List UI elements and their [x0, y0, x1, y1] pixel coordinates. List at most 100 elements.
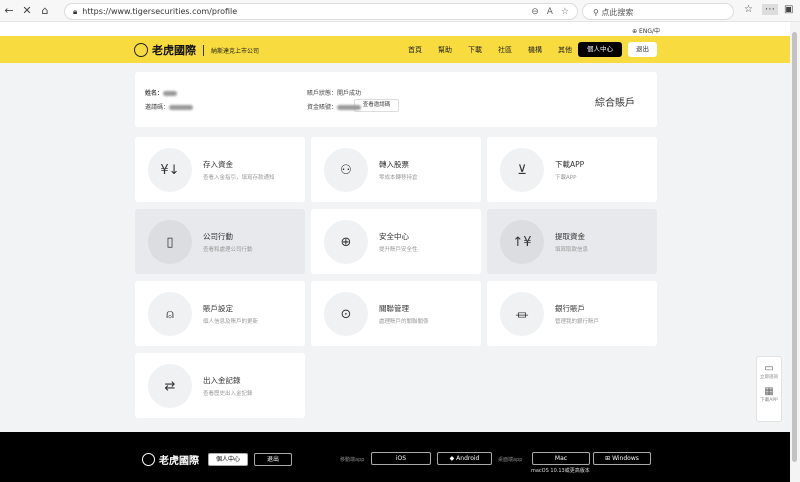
tiger-logo-icon — [142, 453, 155, 466]
download-label: 下載APP — [760, 398, 778, 403]
nav-download[interactable]: 下載 — [468, 45, 482, 55]
url-text: https://www.tigersecurities.com/profile — [82, 7, 238, 16]
name-value-redacted — [163, 91, 178, 96]
back-icon[interactable]: ← — [0, 4, 18, 17]
windows-label: Windows — [612, 455, 639, 462]
icon-circle: ⊕ — [324, 220, 368, 264]
android-label: Android — [456, 455, 480, 462]
star-icon[interactable]: ☆ — [561, 7, 569, 17]
feature-card[interactable]: ⊕ 安全中心 提升賬戶安全性 — [311, 209, 481, 274]
feature-card[interactable]: ¥↓ 存入資金 查看入金指引，填寫存款通知 — [135, 137, 305, 202]
floating-sidebar: ▭ 立即諮詢 ▦ 下載APP — [756, 356, 782, 422]
card-title: 安全中心 — [379, 232, 409, 241]
card-title: 賬戶設定 — [203, 304, 233, 313]
invite-value-redacted — [169, 105, 194, 110]
nav-institution[interactable]: 機構 — [528, 45, 542, 55]
card-title: 出入金記錄 — [203, 376, 241, 385]
page-scrollbar[interactable] — [790, 22, 800, 482]
download-app-side-button[interactable]: ▦ 下載APP — [757, 380, 781, 403]
card-description: 提升賬戶安全性 — [379, 247, 418, 253]
close-icon[interactable]: ✕ — [18, 4, 36, 17]
search-input[interactable]: ⚲ 点此搜索 — [582, 3, 734, 20]
consult-button[interactable]: ▭ 立即諮詢 — [757, 357, 781, 380]
globe-icon: ⊕ — [632, 28, 640, 35]
card-description: 個人信息及賬戶的更新 — [203, 319, 259, 325]
footer-logout-button[interactable]: 退出 — [254, 453, 292, 466]
personal-center-button[interactable]: 個人中心 — [578, 42, 622, 57]
footer-brand: 老虎國際 — [159, 456, 199, 467]
android-download-button[interactable]: ◆ Android — [437, 452, 492, 465]
tagline: 納斯達克上市公司 — [211, 47, 260, 55]
icon-circle: ⍝ — [148, 292, 192, 336]
feature-card[interactable]: ⊻ 下載APP 下載APP — [487, 137, 657, 202]
card-description: 查看歷史出入金記錄 — [203, 391, 253, 397]
transfer-stock-icon: ⚇ — [340, 162, 352, 178]
card-description: 零成本轉移持倉 — [379, 175, 418, 181]
icon-circle: ⚇ — [324, 148, 368, 192]
favorites-icon[interactable]: ☆ — [744, 4, 753, 15]
user-icon: ⍝ — [166, 306, 174, 322]
qr-code-icon: ▦ — [764, 386, 774, 397]
site-header: 老虎國際 納斯達克上市公司 首頁 幫助 下載 社區 機構 其他 個人中心 退出 — [0, 36, 790, 63]
card-description: 管理我的銀行賬戶 — [555, 319, 600, 325]
logo[interactable]: 老虎國際 納斯達克上市公司 — [134, 42, 259, 58]
zoom-icon[interactable]: ⊖ — [531, 7, 539, 17]
icon-circle: ⏛ — [500, 292, 544, 336]
card-title: 公司行動 — [203, 232, 233, 241]
icon-circle: ↑¥ — [500, 220, 544, 264]
withdraw-icon: ↑¥ — [512, 234, 532, 250]
icon-circle: ¥↓ — [148, 148, 192, 192]
building-icon: ▯ — [166, 234, 174, 250]
sidebar-icon[interactable]: ▣ — [784, 4, 793, 15]
shield-icon: ⊕ — [340, 234, 352, 250]
card-description: 填寫取款信息 — [555, 247, 589, 253]
mobile-app-label: 移動端app — [340, 457, 365, 463]
site-footer: 老虎國際 個人中心 退出 移動端app iOS ◆ Android 桌面端app… — [0, 432, 790, 482]
lock-icon: 🔒︎ — [73, 6, 78, 16]
icon-circle: ▯ — [148, 220, 192, 264]
home-icon[interactable]: ⌂ — [36, 4, 54, 17]
nav-community[interactable]: 社區 — [498, 45, 512, 55]
nav-other[interactable]: 其他 — [558, 45, 572, 55]
chat-icon: ▭ — [764, 363, 774, 374]
mac-requirement-note: macOS 10.13或更高版本 — [531, 468, 590, 474]
link-icon: ⊙ — [340, 306, 352, 322]
card-description: 處理賬戶的關聯關係 — [379, 319, 429, 325]
language-switch[interactable]: ⊕ ENG/中 — [0, 22, 790, 36]
ios-download-button[interactable]: iOS — [371, 452, 431, 465]
footer-personal-center-button[interactable]: 個人中心 — [208, 453, 248, 466]
card-title: 提取資金 — [555, 232, 585, 241]
ios-label: iOS — [395, 455, 407, 462]
feature-card[interactable]: ⚇ 轉入股票 零成本轉移持倉 — [311, 137, 481, 202]
brand-name: 老虎國際 — [152, 44, 196, 57]
feature-card[interactable]: ⇄ 出入金記錄 查看歷史出入金記錄 — [135, 353, 305, 418]
card-title: 銀行賬戶 — [555, 304, 585, 313]
nav-home[interactable]: 首頁 — [408, 45, 422, 55]
card-description: 查看入金指引，填寫存款通知 — [203, 175, 275, 181]
icon-circle: ⇄ — [148, 364, 192, 408]
read-aloud-icon[interactable]: A — [547, 7, 553, 17]
card-description: 下載APP — [555, 175, 577, 181]
feature-card[interactable]: ⍝ 賬戶設定 個人信息及賬戶的更新 — [135, 281, 305, 346]
nav-help[interactable]: 幫助 — [438, 45, 452, 55]
feature-card[interactable]: ▯ 公司行動 查看和處理公司行動 — [135, 209, 305, 274]
logout-button[interactable]: 退出 — [628, 42, 657, 57]
download-icon: ⊻ — [517, 162, 527, 178]
windows-download-button[interactable]: ⊞ Windows — [593, 452, 651, 465]
feature-card[interactable]: ⊙ 關聯管理 處理賬戶的關聯關係 — [311, 281, 481, 346]
mac-label: Mac — [554, 455, 568, 462]
desktop-app-label: 桌面端app — [498, 457, 523, 463]
tiger-logo-icon — [134, 43, 148, 57]
feature-card[interactable]: ⏛ 銀行賬戶 管理我的銀行賬戶 — [487, 281, 657, 346]
feature-card[interactable]: ↑¥ 提取資金 填寫取款信息 — [487, 209, 657, 274]
card-title: 存入資金 — [203, 160, 233, 169]
deposit-icon: ¥↓ — [160, 162, 180, 178]
record-icon: ⇄ — [164, 378, 176, 394]
status-value: 開戶成功 — [337, 90, 362, 97]
address-bar[interactable]: 🔒︎ https://www.tigersecurities.com/profi… — [64, 3, 578, 20]
name-label: 姓名： — [145, 90, 164, 97]
scrollbar-thumb[interactable] — [792, 32, 797, 462]
more-icon[interactable]: ⋯ — [762, 4, 778, 15]
account-type: 綜合賬戶 — [595, 98, 635, 109]
mac-download-button[interactable]: Mac — [532, 452, 590, 465]
